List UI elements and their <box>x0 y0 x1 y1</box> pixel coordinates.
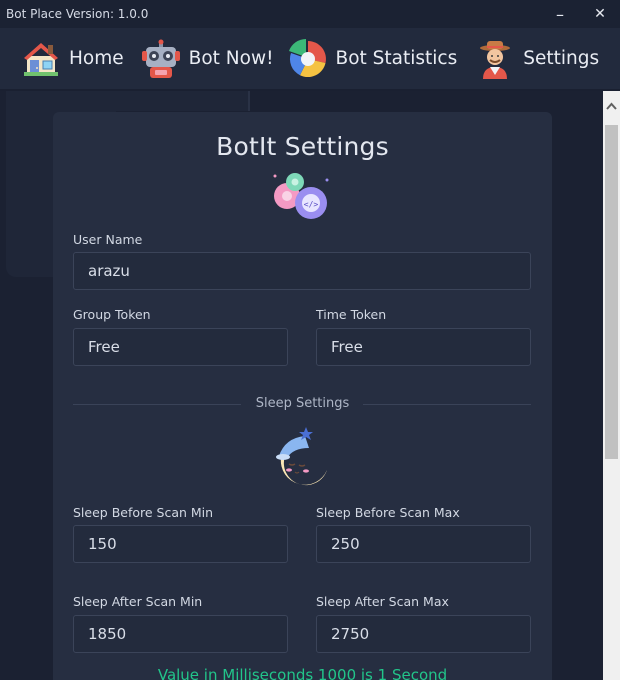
sleep-after-max-field[interactable] <box>316 615 531 653</box>
scroll-thumb[interactable] <box>605 125 618 459</box>
house-icon <box>24 42 58 76</box>
scroll-up-button[interactable] <box>603 91 620 121</box>
robot-icon <box>141 39 180 78</box>
page-title: BotIt Settings <box>216 132 389 161</box>
sleep-before-max-label: Sleep Before Scan Max <box>316 505 460 520</box>
sleep-after-min-label: Sleep After Scan Min <box>73 594 203 609</box>
background-panel-strip <box>110 91 250 111</box>
nav-item-home[interactable]: Home <box>0 28 124 89</box>
minimize-button[interactable]: – <box>540 0 580 28</box>
nav-label-bot-statistics: Bot Statistics <box>335 48 458 69</box>
sleep-before-min-field[interactable] <box>73 525 288 563</box>
farmer-avatar-icon <box>480 40 511 79</box>
gears-icon: </> <box>273 173 329 219</box>
minimize-icon: – <box>556 4 564 24</box>
nav-label-home: Home <box>69 48 124 69</box>
nav-item-settings[interactable]: Settings <box>457 28 599 89</box>
nav-item-bot-now[interactable]: Bot Now! <box>124 28 274 89</box>
sleep-after-max-label: Sleep After Scan Max <box>316 594 449 609</box>
group-token-field[interactable] <box>73 328 288 366</box>
milliseconds-note: Value in Milliseconds 1000 is 1 Second <box>157 666 448 680</box>
sleep-after-min-field[interactable] <box>73 615 288 653</box>
close-icon: ✕ <box>594 6 606 22</box>
pie-chart-icon <box>288 38 326 77</box>
sleep-before-min-label: Sleep Before Scan Min <box>73 505 214 520</box>
user-name-label: User Name <box>73 232 143 247</box>
sleeping-moon-icon <box>276 427 327 486</box>
nav-label-settings: Settings <box>523 48 600 69</box>
vertical-scrollbar[interactable] <box>603 91 620 680</box>
main-content: BotIt Settings </> User Name Group Token… <box>0 91 603 680</box>
window-title-bar: Bot Place Version: 1.0.0 – ✕ <box>0 0 620 28</box>
chevron-up-icon <box>606 102 617 110</box>
user-name-field[interactable] <box>73 252 531 290</box>
close-button[interactable]: ✕ <box>580 0 620 28</box>
nav-item-bot-statistics[interactable]: Bot Statistics <box>274 28 458 89</box>
divider-right <box>363 404 531 405</box>
svg-text:</>: </> <box>304 200 319 209</box>
group-token-label: Group Token <box>73 307 151 322</box>
settings-card: BotIt Settings </> User Name Group Token… <box>53 112 552 680</box>
sleep-before-max-field[interactable] <box>316 525 531 563</box>
nav-label-bot-now: Bot Now! <box>188 48 274 69</box>
window-title: Bot Place Version: 1.0.0 <box>6 7 149 21</box>
top-navigation: Home Bot Now! Bot Statistics Settings <box>0 28 620 90</box>
time-token-label: Time Token <box>316 307 387 322</box>
time-token-field[interactable] <box>316 328 531 366</box>
